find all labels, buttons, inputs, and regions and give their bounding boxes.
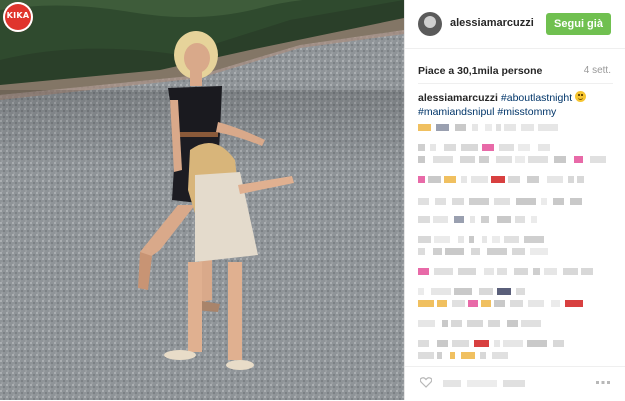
post-header: alessiamarcuzzi Segui già — [405, 0, 625, 49]
blurred-comment-line — [418, 144, 613, 151]
hashtag-link[interactable]: #aboutlastnight — [501, 92, 572, 104]
add-comment-field-blurred[interactable] — [443, 380, 563, 387]
post-footer — [405, 366, 625, 401]
post-caption: alessiamarcuzzi #aboutlastnight #mamiand… — [418, 91, 613, 119]
kika-logo: KIKA — [3, 2, 33, 32]
post-age[interactable]: 4 sett. — [584, 65, 611, 76]
blurred-comment-line — [418, 216, 613, 223]
blurred-comment-line — [418, 176, 613, 183]
photo-scene — [0, 0, 404, 400]
smiling-face-icon — [575, 91, 587, 102]
follow-button[interactable]: Segui già — [546, 13, 611, 35]
comments-list-blurred — [418, 124, 613, 364]
blurred-comment-line — [418, 320, 613, 327]
blurred-comment-line — [418, 300, 613, 307]
blurred-comment-line — [418, 248, 613, 255]
hashtag-link[interactable]: #mamiandsnipul — [418, 106, 494, 118]
blurred-comment-line — [418, 288, 613, 295]
caption-username[interactable]: alessiamarcuzzi — [418, 92, 498, 104]
likes-count[interactable]: Piace a 30,1mila persone — [418, 65, 542, 77]
blurred-comment-line — [418, 340, 613, 347]
blurred-comment-line — [418, 198, 613, 205]
more-options-icon[interactable] — [596, 379, 610, 387]
blurred-comment-line — [418, 124, 613, 131]
blurred-comment-line — [418, 156, 613, 163]
blurred-comment-line — [418, 268, 613, 275]
blurred-comment-line — [418, 352, 613, 359]
hashtag-link[interactable]: #misstommy — [497, 106, 556, 118]
heart-icon[interactable] — [420, 377, 432, 388]
post-photo[interactable]: KIKA — [0, 0, 404, 400]
divider — [418, 83, 613, 84]
post-side-panel: alessiamarcuzzi Segui già Piace a 30,1mi… — [404, 0, 625, 400]
username-link[interactable]: alessiamarcuzzi — [450, 17, 534, 29]
blurred-comment-line — [418, 236, 613, 243]
avatar[interactable] — [418, 12, 442, 36]
